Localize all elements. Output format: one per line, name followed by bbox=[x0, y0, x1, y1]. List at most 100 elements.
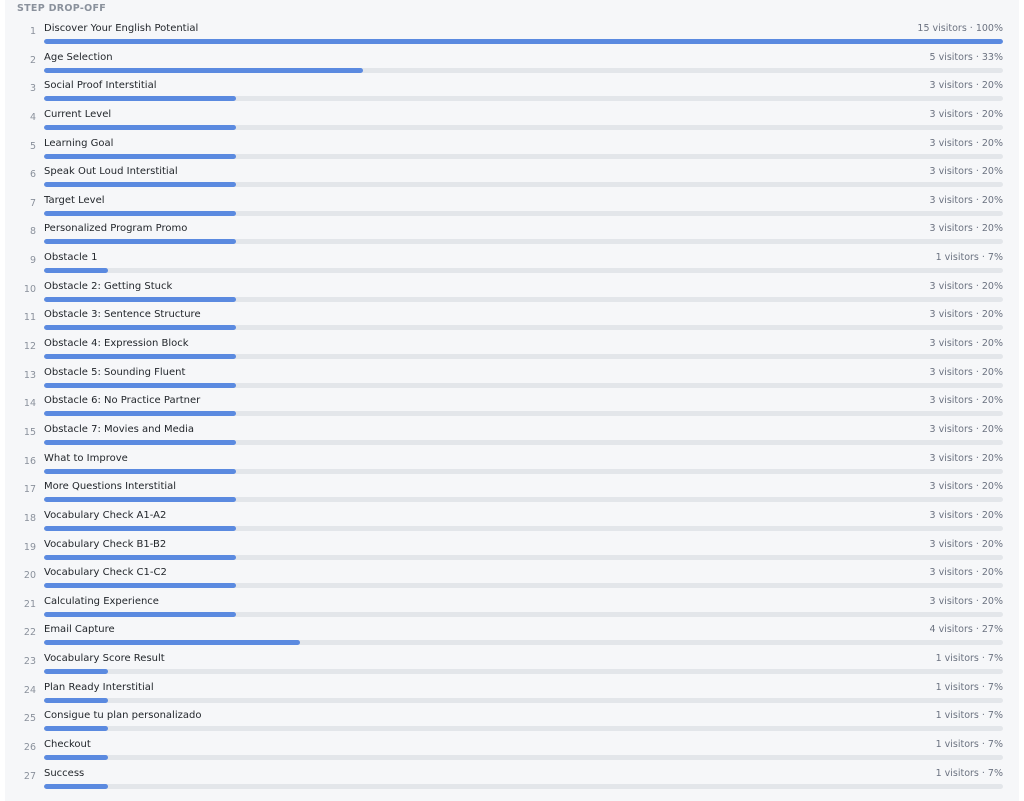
step-number: 5 bbox=[29, 140, 36, 152]
step-row: 24 Plan Ready Interstitial 1 visitors · 7% bbox=[5, 677, 1019, 706]
step-dropoff-panel: STEP DROP-OFF 1 Discover Your English Pot… bbox=[5, 0, 1019, 801]
step-number: 7 bbox=[29, 197, 36, 209]
progress-bar-track bbox=[44, 239, 1003, 245]
section-title: STEP DROP-OFF bbox=[17, 3, 107, 14]
step-label: Vocabulary Check B1-B2 bbox=[44, 538, 167, 550]
progress-bar-fill bbox=[44, 268, 109, 274]
step-row: 6 Speak Out Loud Interstitial 3 visitors ·… bbox=[5, 161, 1019, 190]
progress-bar-fill bbox=[44, 468, 236, 474]
step-visitor-stats: 5 visitors · 33% bbox=[929, 51, 1003, 63]
step-number: 27 bbox=[23, 770, 36, 782]
step-number: 19 bbox=[23, 541, 36, 553]
step-label: Age Selection bbox=[44, 51, 113, 63]
step-row: 5 Learning Goal 3 visitors · 20% bbox=[5, 133, 1019, 162]
step-row: 14 Obstacle 6: No Practice Partner 3 visit… bbox=[5, 390, 1019, 419]
step-visitor-stats: 3 visitors · 20% bbox=[929, 538, 1003, 550]
step-number: 12 bbox=[23, 341, 36, 353]
progress-bar-fill bbox=[44, 755, 109, 761]
step-number: 14 bbox=[23, 398, 36, 410]
progress-bar-track bbox=[44, 755, 1003, 761]
step-visitor-stats: 1 visitors · 7% bbox=[935, 252, 1003, 264]
progress-bar-track bbox=[44, 468, 1003, 474]
step-label: Obstacle 2: Getting Stuck bbox=[44, 280, 173, 292]
step-row: 17 More Questions Interstitial 3 visitors … bbox=[5, 476, 1019, 505]
progress-bar-fill bbox=[44, 210, 236, 216]
step-label: What to Improve bbox=[44, 452, 128, 464]
step-visitor-stats: 1 visitors · 7% bbox=[935, 767, 1003, 779]
progress-bar-track bbox=[44, 640, 1003, 646]
step-number: 3 bbox=[29, 83, 36, 95]
progress-bar-track bbox=[44, 783, 1003, 789]
progress-bar-fill bbox=[44, 67, 364, 73]
step-number: 8 bbox=[29, 226, 36, 238]
step-visitor-stats: 1 visitors · 7% bbox=[935, 681, 1003, 693]
step-number: 9 bbox=[29, 255, 36, 267]
progress-bar-track bbox=[44, 697, 1003, 703]
progress-bar-track bbox=[44, 726, 1003, 732]
progress-bar-track bbox=[44, 554, 1003, 560]
step-row: 21 Calculating Experience 3 visitors · 20% bbox=[5, 591, 1019, 620]
step-label: Email Capture bbox=[44, 624, 115, 636]
step-label: Calculating Experience bbox=[44, 595, 159, 607]
step-visitor-stats: 3 visitors · 20% bbox=[929, 223, 1003, 235]
progress-bar-track bbox=[44, 583, 1003, 589]
step-visitor-stats: 4 visitors · 27% bbox=[929, 624, 1003, 636]
step-label: Discover Your English Potential bbox=[44, 23, 199, 34]
step-label: Obstacle 1 bbox=[44, 252, 98, 264]
step-label: Learning Goal bbox=[44, 137, 114, 149]
step-row: 18 Vocabulary Check A1-A2 3 visitors · 20% bbox=[5, 505, 1019, 534]
step-number: 22 bbox=[23, 627, 36, 639]
step-number: 24 bbox=[23, 684, 36, 696]
step-number: 13 bbox=[23, 369, 36, 381]
step-label: More Questions Interstitial bbox=[44, 481, 177, 493]
progress-bar-fill bbox=[44, 411, 236, 417]
step-label: Speak Out Loud Interstitial bbox=[44, 166, 178, 178]
progress-bar-fill bbox=[44, 182, 236, 188]
step-visitor-stats: 3 visitors · 20% bbox=[929, 366, 1003, 378]
step-visitor-stats: 3 visitors · 20% bbox=[929, 595, 1003, 607]
progress-bar-track bbox=[44, 182, 1003, 188]
progress-bar-fill bbox=[44, 583, 236, 589]
progress-bar-track bbox=[44, 39, 1003, 44]
progress-bar-fill bbox=[44, 497, 236, 503]
step-row: 22 Email Capture 4 visitors · 27% bbox=[5, 619, 1019, 648]
progress-bar-fill bbox=[44, 296, 236, 302]
progress-bar-fill bbox=[44, 124, 236, 130]
progress-bar-fill bbox=[44, 239, 236, 245]
step-label: Personalized Program Promo bbox=[44, 223, 188, 235]
step-visitor-stats: 3 visitors · 20% bbox=[929, 80, 1003, 92]
step-row: 7 Target Level 3 visitors · 20% bbox=[5, 190, 1019, 219]
progress-bar-track bbox=[44, 296, 1003, 302]
progress-bar-fill bbox=[44, 354, 236, 360]
step-visitor-stats: 3 visitors · 20% bbox=[929, 567, 1003, 579]
progress-bar-fill bbox=[44, 726, 109, 732]
step-number: 10 bbox=[23, 283, 36, 295]
step-number: 4 bbox=[29, 111, 36, 123]
progress-bar-fill bbox=[44, 153, 236, 159]
step-visitor-stats: 3 visitors · 20% bbox=[929, 194, 1003, 206]
progress-bar-fill bbox=[44, 697, 109, 703]
step-label: Obstacle 4: Expression Block bbox=[44, 338, 189, 350]
step-row: 23 Vocabulary Score Result 1 visitors · 7% bbox=[5, 648, 1019, 677]
step-visitor-stats: 15 visitors · 100% bbox=[917, 23, 1003, 34]
step-label: Obstacle 5: Sounding Fluent bbox=[44, 366, 186, 378]
step-row: 1 Discover Your English Potential 15 visit… bbox=[5, 18, 1019, 47]
step-row: 2 Age Selection 5 visitors · 33% bbox=[5, 47, 1019, 76]
step-label: Social Proof Interstitial bbox=[44, 80, 157, 92]
step-number: 21 bbox=[23, 598, 36, 610]
step-row: 26 Checkout 1 visitors · 7% bbox=[5, 734, 1019, 763]
progress-bar-fill bbox=[44, 525, 236, 531]
step-number: 26 bbox=[23, 742, 36, 754]
progress-bar-track bbox=[44, 525, 1003, 531]
step-row: 25 Consigue tu plan personalizado 1 visito… bbox=[5, 705, 1019, 734]
step-label: Consigue tu plan personalizado bbox=[44, 710, 202, 722]
step-number: 25 bbox=[23, 713, 36, 725]
step-number: 20 bbox=[23, 570, 36, 582]
step-row: 12 Obstacle 4: Expression Block 3 visitors… bbox=[5, 333, 1019, 362]
progress-bar-fill bbox=[44, 669, 109, 675]
step-visitor-stats: 1 visitors · 7% bbox=[935, 739, 1003, 751]
step-visitor-stats: 3 visitors · 20% bbox=[929, 280, 1003, 292]
step-label: Vocabulary Score Result bbox=[44, 653, 165, 665]
progress-bar-fill bbox=[44, 39, 1003, 44]
step-visitor-stats: 3 visitors · 20% bbox=[929, 423, 1003, 435]
